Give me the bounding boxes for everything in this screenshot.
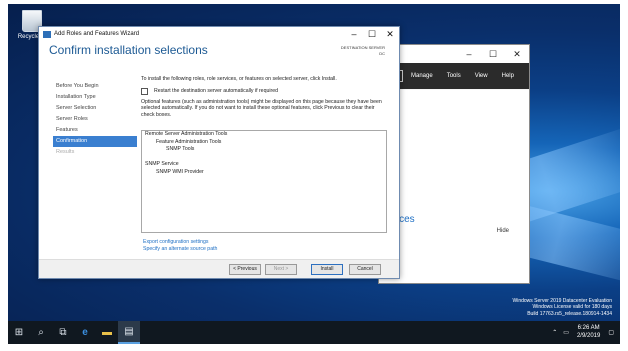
clock[interactable]: 6:26 AM 2/9/2019 <box>577 324 600 340</box>
list-item: SNMP Service <box>145 161 179 167</box>
clock-date: 2/9/2019 <box>576 333 601 339</box>
list-item: Feature Administration Tools <box>156 138 222 145</box>
next-button: Next > <box>265 264 297 275</box>
server-manager-body: ervices Hide <box>309 90 529 325</box>
destination-value: DC <box>379 51 385 56</box>
server-manager-titlebar: – ☐ ✕ <box>379 45 529 63</box>
list-item: Remote Server Administration Tools <box>145 131 228 137</box>
hide-link[interactable]: Hide <box>497 228 509 234</box>
selections-list[interactable]: Remote Server Administration Tools Featu… <box>141 130 387 233</box>
minimize-icon[interactable]: – <box>457 49 481 59</box>
list-item: SNMP Tools <box>166 146 195 152</box>
destination-server: DESTINATION SERVER DC <box>341 45 385 57</box>
server-manager-menu: Manage Tools View Help <box>379 63 529 89</box>
close-icon[interactable]: ✕ <box>381 29 399 40</box>
checkbox-icon[interactable] <box>141 87 148 95</box>
wizard-titlebar: Add Roles and Features Wizard – ☐ ✕ <box>39 27 399 41</box>
intro-text: To install the following roles, role ser… <box>141 76 337 82</box>
nav-item-results: Results <box>56 149 75 155</box>
menu-view[interactable]: View <box>475 73 488 79</box>
minimize-icon[interactable]: – <box>345 29 363 40</box>
add-roles-wizard[interactable]: Add Roles and Features Wizard – ☐ ✕ Conf… <box>38 26 400 279</box>
chevron-up-icon[interactable]: ⌃ <box>552 329 557 336</box>
list-item: SNMP WMI Provider <box>156 168 204 175</box>
nav-item-confirmation[interactable]: Confirmation <box>53 136 137 147</box>
menu-help[interactable]: Help <box>502 73 514 79</box>
maximize-icon[interactable]: ☐ <box>481 49 505 60</box>
server-manager-window[interactable]: – ☐ ✕ Manage Tools View Help ervices Hid… <box>309 44 530 325</box>
wizard-app-icon <box>43 30 51 38</box>
restart-checkbox-label: Restart the destination server automatic… <box>154 88 278 94</box>
search-icon[interactable]: ⌕ <box>30 321 52 344</box>
start-icon[interactable]: ⊞ <box>8 321 30 344</box>
export-config-link[interactable]: Export configuration settings <box>143 239 217 246</box>
install-button[interactable]: Install <box>311 264 343 275</box>
page-title: Confirm installation selections <box>49 43 208 57</box>
wizard-window-title: Add Roles and Features Wizard <box>54 31 140 37</box>
cancel-button[interactable]: Cancel <box>349 264 381 275</box>
watermark-line: Build 17763.rs5_release.180914-1434 <box>527 310 612 317</box>
wizard-content: To install the following roles, role ser… <box>141 76 389 121</box>
edge-icon[interactable]: e <box>74 321 96 344</box>
file-explorer-icon[interactable]: ▬ <box>96 321 118 344</box>
wizard-links: Export configuration settings Specify an… <box>143 239 217 252</box>
menu-tools[interactable]: Tools <box>447 73 461 79</box>
previous-button[interactable]: < Previous <box>229 264 261 275</box>
network-icon[interactable]: ▭ <box>563 329 569 336</box>
nav-item-installation-type[interactable]: Installation Type <box>53 92 137 103</box>
nav-item-before-you-begin[interactable]: Before You Begin <box>53 81 137 92</box>
notifications-icon[interactable]: ▢ <box>608 329 614 336</box>
close-icon[interactable]: ✕ <box>505 49 529 60</box>
menu-manage[interactable]: Manage <box>411 73 433 79</box>
wizard-header: Confirm installation selections DESTINAT… <box>39 41 399 71</box>
evaluation-watermark: Windows Server 2019 Datacenter Evaluatio… <box>513 298 613 318</box>
maximize-icon[interactable]: ☐ <box>363 29 381 40</box>
nav-item-features[interactable]: Features <box>53 125 137 136</box>
wizard-nav: Before You Begin Installation Type Serve… <box>53 81 137 158</box>
desktop: Recycle Bi – ☐ ✕ Manage Tools View Help … <box>8 4 620 344</box>
system-tray: ⌃ ▭ 6:26 AM 2/9/2019 ▢ <box>552 324 614 340</box>
nav-item-server-selection[interactable]: Server Selection <box>53 103 137 114</box>
wizard-footer: < Previous Next > Install Cancel <box>39 259 399 278</box>
nav-item-server-roles[interactable]: Server Roles <box>53 114 137 125</box>
restart-checkbox[interactable]: Restart the destination server automatic… <box>141 87 389 95</box>
clock-time: 6:26 AM <box>577 325 600 331</box>
taskbar: ⊞ ⌕ ⧉ e ▬ ▤ ⌃ ▭ 6:26 AM 2/9/2019 ▢ <box>8 321 620 344</box>
optional-features-text: Optional features (such as administratio… <box>141 98 382 118</box>
task-view-icon[interactable]: ⧉ <box>52 321 74 344</box>
alternate-source-link[interactable]: Specify an alternate source path <box>143 246 217 253</box>
server-manager-taskbar-icon[interactable]: ▤ <box>118 321 140 344</box>
